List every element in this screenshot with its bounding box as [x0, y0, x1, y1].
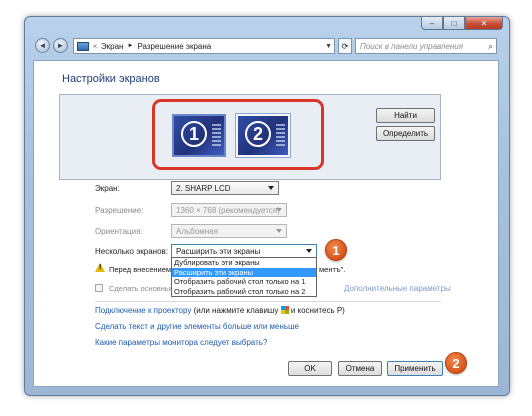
divider — [95, 301, 441, 302]
multiple-displays-value: Расширить эти экраны — [176, 246, 261, 256]
find-button[interactable]: Найти — [376, 108, 435, 123]
option-only-2[interactable]: Отобразить рабочий стол только на 2 — [172, 287, 316, 297]
close-button[interactable]: ✕ — [465, 17, 503, 30]
option-extend[interactable]: Расширить эти экраны — [172, 267, 316, 277]
breadcrumb-separator-icon[interactable]: ► — [127, 43, 133, 49]
multiple-displays-label: Несколько экранов: — [95, 247, 169, 256]
breadcrumb-current[interactable]: Разрешение экрана — [137, 42, 211, 51]
chevron-down-icon — [276, 208, 282, 212]
orientation-label: Ориентация: — [95, 227, 143, 236]
chevron-down-icon — [306, 249, 312, 253]
search-input[interactable]: Поиск в панели управления ⌕ — [355, 38, 497, 54]
text-size-link[interactable]: Сделать текст и другие элементы больше и… — [95, 322, 299, 331]
step-badge-2: 2 — [445, 352, 467, 374]
warning-text-left: Перед внесением — [109, 265, 172, 274]
resolution-value: 1360 × 768 (рекомендуется) — [176, 205, 280, 215]
page-title: Настройки экранов — [62, 73, 160, 85]
search-icon[interactable]: ⌕ — [488, 41, 493, 52]
option-duplicate[interactable]: Дублировать эти экраны — [172, 258, 316, 268]
display-label: Экран: — [95, 184, 120, 193]
window-controls: – □ ✕ — [421, 17, 503, 31]
warning-icon: ! — [95, 263, 105, 272]
refresh-icon[interactable]: ⟳ — [338, 38, 352, 54]
resolution-select[interactable]: 1360 × 768 (рекомендуется) — [171, 203, 287, 217]
chevron-down-icon — [276, 229, 282, 233]
projector-hint: (или нажмите клавишу — [193, 306, 279, 315]
advanced-settings-link[interactable]: Дополнительные параметры — [344, 284, 451, 293]
projector-row: Подключение к проектору (или нажмите кла… — [95, 306, 345, 315]
monitors-highlight-frame — [152, 99, 324, 170]
windows-key-icon — [280, 306, 289, 314]
resolution-label: Разрешение: — [95, 206, 144, 215]
make-main-label: Сделать основным — [109, 284, 176, 293]
search-placeholder: Поиск в панели управления — [360, 41, 464, 51]
projector-link[interactable]: Подключение к проектору — [95, 306, 191, 315]
ok-button[interactable]: OK — [288, 361, 332, 376]
multiple-displays-select[interactable]: Расширить эти экраны — [171, 244, 317, 258]
maximize-button[interactable]: □ — [443, 17, 465, 30]
orientation-select[interactable]: Альбомная — [171, 224, 287, 238]
address-bar-row: ◄ ► « Экран ► Разрешение экрана ▼ ⟳ Поис… — [35, 37, 497, 55]
control-panel-icon — [77, 41, 89, 51]
display-value: 2. SHARP LCD — [176, 183, 231, 193]
cancel-button[interactable]: Отмена — [338, 361, 382, 376]
warning-text-right: ментъ". — [319, 265, 346, 274]
option-only-1[interactable]: Отобразить рабочий стол только на 1 — [172, 277, 316, 287]
breadcrumb-root[interactable]: Экран — [101, 42, 124, 51]
apply-button[interactable]: Применить — [387, 361, 443, 376]
step-badge-1: 1 — [325, 239, 347, 261]
make-main-checkbox[interactable] — [95, 284, 103, 292]
monitor-help-link[interactable]: Какие параметры монитора следует выбрать… — [95, 338, 267, 347]
back-arrow-icon[interactable]: ◄ — [35, 38, 50, 53]
address-bar[interactable]: « Экран ► Разрешение экрана ▼ — [73, 38, 335, 54]
minimize-button[interactable]: – — [421, 17, 443, 30]
forward-arrow-icon[interactable]: ► — [53, 38, 68, 53]
display-select[interactable]: 2. SHARP LCD — [171, 181, 279, 195]
multiple-displays-dropdown: Дублировать эти экраны Расширить эти экр… — [171, 257, 317, 297]
projector-hint-end: и коснитесь P) — [290, 306, 345, 315]
orientation-value: Альбомная — [176, 226, 218, 236]
identify-button[interactable]: Определить — [376, 126, 435, 141]
chevron-down-icon[interactable]: ▼ — [325, 43, 332, 50]
chevron-down-icon — [268, 186, 274, 190]
